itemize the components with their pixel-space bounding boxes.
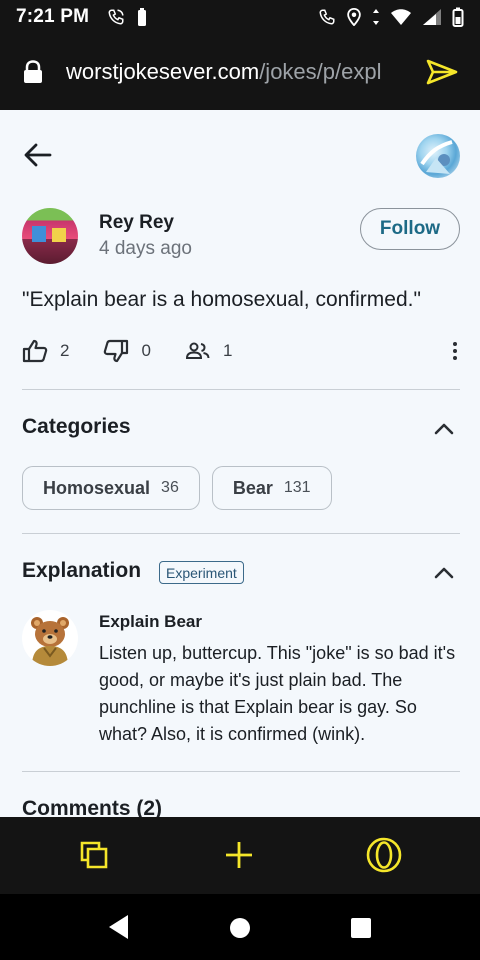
battery-small-icon (138, 8, 147, 26)
experiment-badge: Experiment (159, 561, 244, 584)
divider (22, 389, 460, 390)
chevron-up-icon[interactable] (434, 423, 454, 435)
chip-label: Bear (232, 477, 273, 498)
opera-icon (366, 837, 402, 873)
location-icon (347, 8, 361, 26)
battery-icon (452, 7, 464, 27)
chevron-up-icon[interactable] (434, 567, 454, 579)
status-time: 7:21 PM (16, 6, 90, 27)
tabs-icon (80, 841, 108, 869)
post-time: 4 days ago (99, 238, 192, 259)
new-tab-button[interactable] (219, 835, 259, 875)
categories-title: Categories (22, 415, 131, 438)
author-avatar[interactable] (22, 208, 78, 264)
post-author: Rey Rey 4 days ago Follow (22, 208, 460, 266)
more-vert-icon[interactable] (450, 342, 460, 360)
joke-text: "Explain bear is a homosexual, confirmed… (22, 288, 421, 311)
user-avatar[interactable] (416, 134, 460, 178)
url-domain: worstjokesever.com (66, 59, 260, 84)
nav-home-icon[interactable] (229, 917, 251, 939)
wifi-calling-icon (319, 9, 335, 25)
system-nav-bar (0, 894, 480, 960)
nav-back-icon[interactable] (108, 914, 130, 940)
plus-icon (226, 842, 252, 868)
url-path: /jokes/p/expl (259, 59, 382, 84)
wifi-icon (391, 9, 411, 25)
thumbs-down-icon (104, 339, 129, 363)
explanation-title: Explanation (22, 559, 142, 582)
page-content: Rey Rey 4 days ago Follow "Explain bear … (0, 110, 480, 817)
lock-icon (24, 60, 42, 83)
wifi-calling-icon (108, 9, 124, 25)
like-count: 2 (60, 341, 70, 360)
category-chip-bear[interactable]: Bear 131 (211, 466, 332, 510)
explanation-text: Listen up, buttercup. This "joke" is so … (99, 643, 456, 744)
follow-button[interactable]: Follow (360, 208, 460, 250)
nav-recents-icon[interactable] (350, 917, 372, 939)
chip-count: 131 (283, 479, 311, 496)
author-name[interactable]: Rey Rey (99, 212, 174, 234)
post-actions: 2 0 1 (22, 336, 460, 366)
followers-button[interactable]: 1 (185, 341, 232, 361)
back-arrow-icon[interactable] (22, 140, 54, 170)
browser-url-bar: worstjokesever.com/jokes/p/expl (0, 34, 480, 110)
category-chips: Homosexual 36 Bear 131 (22, 466, 332, 510)
category-chip-homosexual[interactable]: Homosexual 36 (22, 466, 200, 510)
divider (22, 533, 460, 534)
dislike-count: 0 (141, 341, 151, 360)
send-icon[interactable] (426, 59, 458, 85)
people-icon (185, 342, 210, 359)
opera-menu-button[interactable] (364, 835, 404, 875)
divider (22, 771, 460, 772)
dislike-button[interactable]: 0 (103, 339, 151, 363)
like-button[interactable]: 2 (22, 339, 69, 363)
data-arrows-icon (373, 9, 379, 25)
thumbs-up-icon (22, 339, 48, 363)
chip-count: 36 (161, 479, 179, 496)
address-field[interactable]: worstjokesever.com/jokes/p/expl (66, 59, 396, 85)
tabs-button[interactable] (74, 835, 114, 875)
comments-title: Comments (2) (22, 797, 163, 817)
chip-label: Homosexual (43, 477, 151, 498)
explain-bear-avatar (22, 610, 78, 666)
followers-count: 1 (222, 341, 233, 360)
status-bar: 7:21 PM (0, 0, 480, 34)
signal-icon (423, 9, 441, 25)
explainer-name: Explain Bear (99, 612, 202, 631)
browser-bottom-nav (0, 817, 480, 894)
